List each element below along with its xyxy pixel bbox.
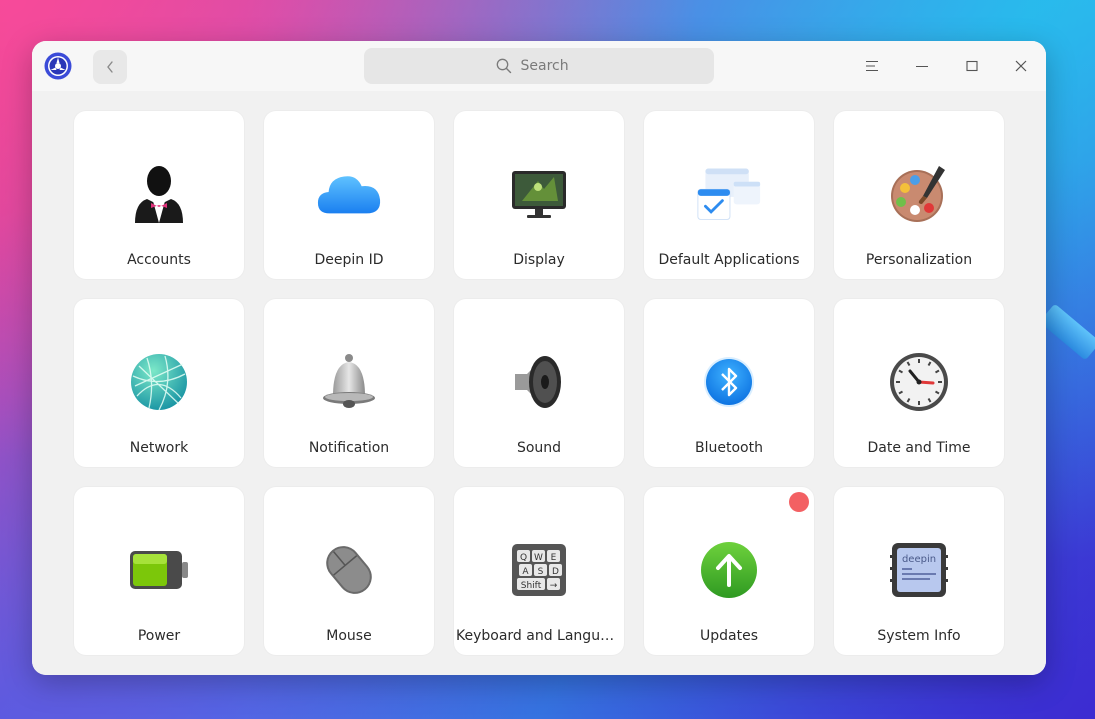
speaker-icon bbox=[515, 356, 561, 408]
accounts-icon bbox=[135, 166, 183, 223]
search-input[interactable] bbox=[518, 57, 583, 75]
keyboard-icon: Q W E A S D Shift → bbox=[512, 544, 566, 596]
network-globe-icon bbox=[131, 354, 187, 411]
cloud-icon bbox=[317, 176, 381, 214]
key-label: → bbox=[550, 581, 558, 591]
module-label: Deepin ID bbox=[314, 252, 384, 268]
module-label: Sound bbox=[516, 440, 562, 456]
module-label: Personalization bbox=[865, 252, 973, 268]
key-label: Q bbox=[520, 553, 527, 563]
module-label: Updates bbox=[700, 628, 758, 644]
module-bluetooth[interactable]: Bluetooth bbox=[644, 299, 814, 467]
module-power[interactable]: Power bbox=[74, 487, 244, 655]
system-info-icon: deepin bbox=[890, 543, 948, 597]
clock-icon bbox=[890, 353, 948, 411]
monitor-icon bbox=[512, 171, 566, 218]
minimize-button[interactable] bbox=[909, 53, 935, 79]
module-keyboard-and-language[interactable]: Q W E A S D Shift → Keyboard and Languag… bbox=[454, 487, 624, 655]
module-personalization[interactable]: Personalization bbox=[834, 111, 1004, 279]
mouse-icon bbox=[326, 546, 372, 594]
module-label: Network bbox=[129, 440, 189, 456]
key-label: E bbox=[551, 553, 557, 563]
module-label: Notification bbox=[308, 440, 390, 456]
close-button[interactable] bbox=[1008, 53, 1034, 79]
module-label: Display bbox=[513, 252, 565, 268]
palette-icon bbox=[891, 166, 945, 222]
module-notification[interactable]: Notification bbox=[264, 299, 434, 467]
module-updates[interactable]: Updates bbox=[644, 487, 814, 655]
module-label: Accounts bbox=[127, 252, 191, 268]
module-label: Default Applications bbox=[658, 252, 800, 268]
key-label: W bbox=[534, 553, 543, 563]
back-button[interactable] bbox=[93, 50, 127, 84]
key-label: A bbox=[522, 567, 529, 577]
module-mouse[interactable]: Mouse bbox=[264, 487, 434, 655]
modules-grid: Accounts Deepin ID Display Default Appli… bbox=[32, 91, 1046, 675]
module-label: Mouse bbox=[326, 628, 372, 644]
close-icon bbox=[1015, 60, 1027, 72]
key-label: D bbox=[552, 567, 559, 577]
maximize-button[interactable] bbox=[959, 53, 985, 79]
deepin-wordmark: deepin bbox=[902, 554, 936, 565]
chevron-left-icon bbox=[107, 61, 113, 73]
minimize-icon bbox=[916, 65, 928, 68]
module-deepin-id[interactable]: Deepin ID bbox=[264, 111, 434, 279]
module-default-applications[interactable]: Default Applications bbox=[644, 111, 814, 279]
key-label: S bbox=[538, 567, 544, 577]
battery-icon bbox=[130, 551, 188, 589]
bluetooth-icon bbox=[704, 357, 754, 407]
module-system-info[interactable]: deepin System Info bbox=[834, 487, 1004, 655]
key-label: Shift bbox=[521, 581, 542, 591]
menu-icon bbox=[866, 60, 878, 72]
module-sound[interactable]: Sound bbox=[454, 299, 624, 467]
module-label: Power bbox=[137, 628, 181, 644]
module-label: System Info bbox=[877, 628, 961, 644]
module-display[interactable]: Display bbox=[454, 111, 624, 279]
module-network[interactable]: Network bbox=[74, 299, 244, 467]
module-label: Keyboard and Language bbox=[456, 628, 622, 644]
module-label: Bluetooth bbox=[695, 440, 763, 456]
search-icon bbox=[496, 58, 511, 74]
module-date-and-time[interactable]: Date and Time bbox=[834, 299, 1004, 467]
module-accounts[interactable]: Accounts bbox=[74, 111, 244, 279]
maximize-icon bbox=[966, 60, 978, 72]
default-apps-icon bbox=[697, 168, 761, 220]
update-badge bbox=[789, 492, 809, 512]
search-box[interactable] bbox=[364, 48, 714, 84]
bell-icon bbox=[323, 354, 375, 408]
module-label: Date and Time bbox=[867, 440, 971, 456]
control-center-window: Accounts Deepin ID bbox=[32, 41, 1046, 675]
menu-button[interactable] bbox=[859, 53, 885, 79]
titlebar bbox=[32, 41, 1046, 91]
arrow-up-icon bbox=[701, 542, 757, 598]
control-center-logo-icon bbox=[44, 52, 72, 80]
